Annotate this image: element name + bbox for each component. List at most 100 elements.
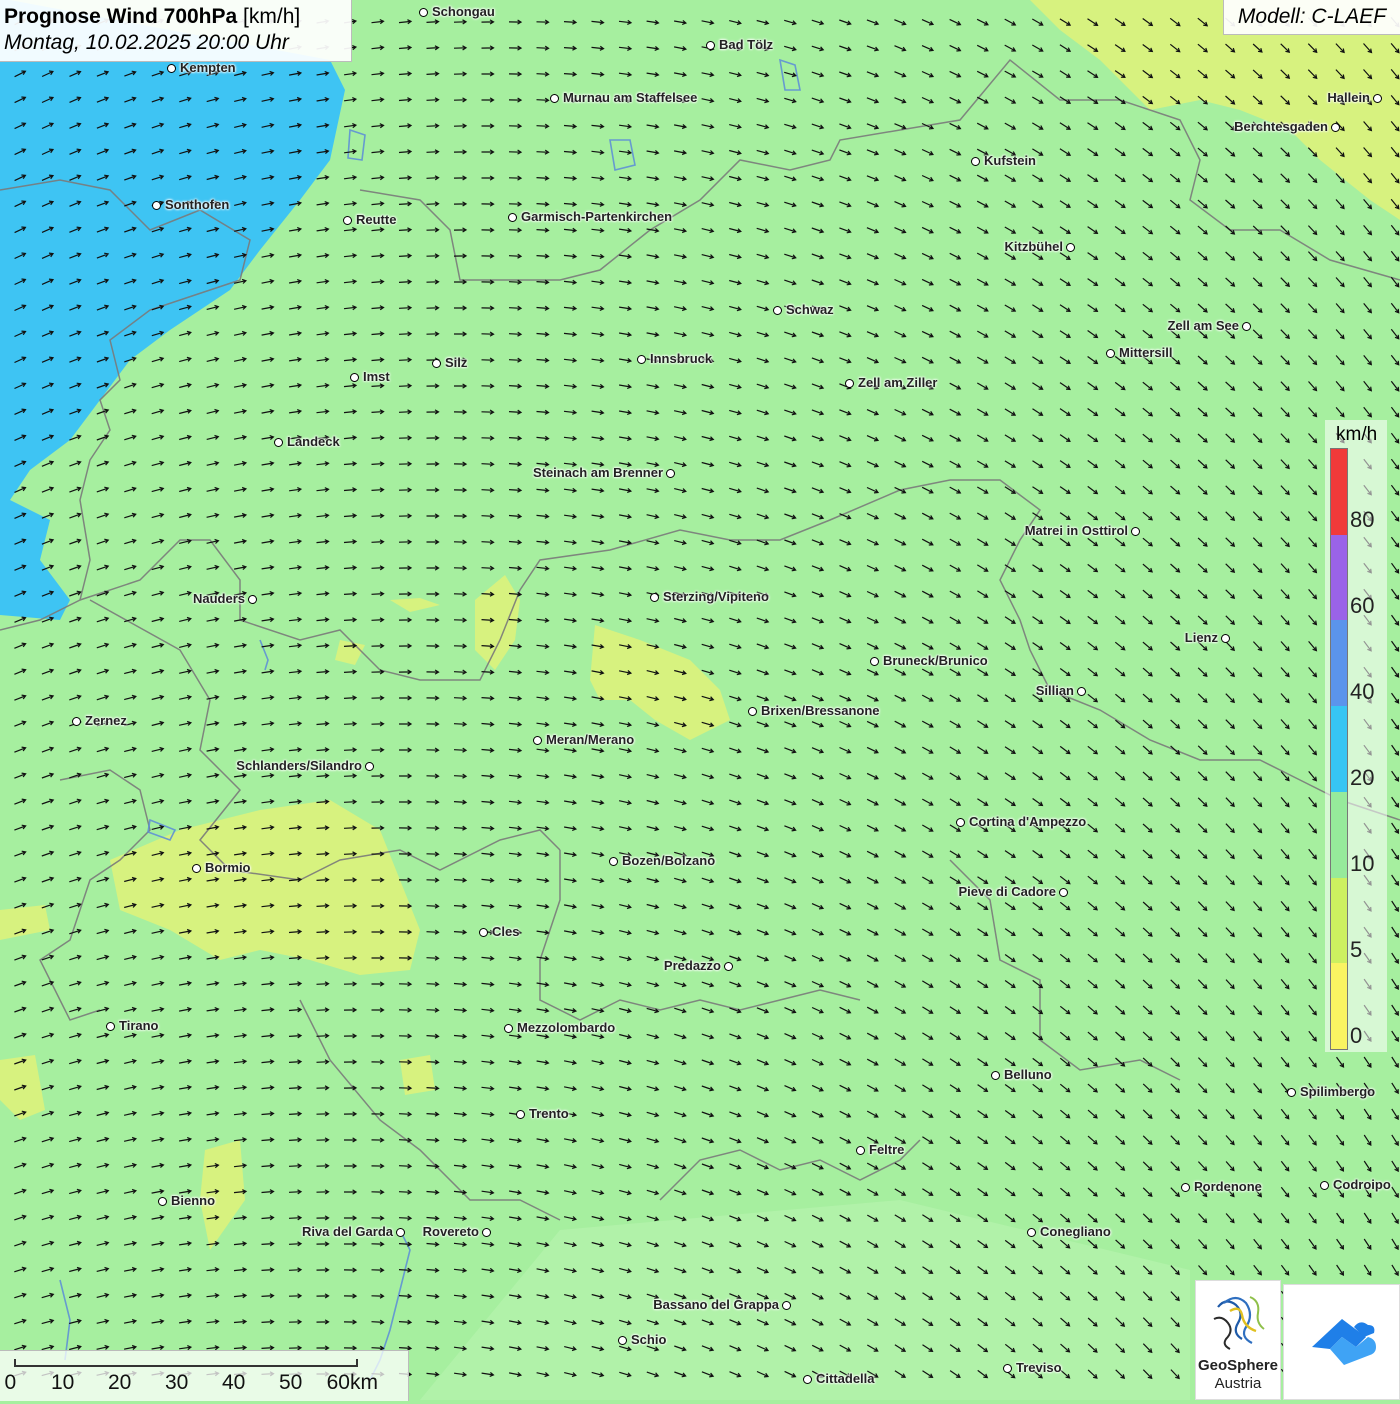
city-label: Garmisch-Partenkirchen [521,209,673,224]
city-marker [782,1301,791,1310]
city-marker [1373,94,1382,103]
city-marker [343,216,352,225]
scale-tick-label: 20 [107,1371,132,1394]
city-marker [1077,687,1086,696]
city-marker [274,438,283,447]
city-label: Mezzolombardo [517,1020,616,1035]
city-marker [432,359,441,368]
city-label: Kufstein [984,153,1036,168]
city-marker [748,707,757,716]
city-label: Sonthofen [165,197,230,212]
legend-segment [1331,620,1347,707]
city-label: Sillian [1035,683,1074,698]
model-label: Modell: C-LAEF [1223,0,1400,35]
city-label: Bassano del Grappa [653,1297,779,1312]
city-label: Bruneck/Brunico [883,653,988,668]
geosphere-swirl-icon [1213,1296,1265,1350]
city-label: Riva del Garda [301,1224,393,1239]
map-title-text: Prognose Wind 700hPa [4,5,238,28]
city-label: Tirano [119,1018,159,1033]
city-marker [482,1228,491,1237]
city-marker [991,1071,1000,1080]
city-label: Predazzo [663,958,721,973]
city-marker [1066,243,1075,252]
legend-tick-label: 5 [1350,937,1363,962]
light-wind-zone [400,1055,435,1095]
city-marker [956,818,965,827]
legend-tick-label: 80 [1350,507,1375,532]
city-marker [167,64,176,73]
city-marker [516,1110,525,1119]
city-marker [637,355,646,364]
city-marker [856,1146,865,1155]
city-label: Conegliano [1040,1224,1111,1239]
geosphere-logo[interactable]: GeoSphere Austria [1195,1280,1281,1400]
legend-segment [1331,963,1347,1049]
city-label: Spilimbergo [1300,1084,1376,1099]
city-label: Trento [529,1106,569,1121]
city-label: Mittersill [1119,345,1173,360]
city-marker [550,94,559,103]
city-marker [1287,1088,1296,1097]
city-label: Hallein [1327,90,1370,105]
city-label: Pieve di Cadore [958,884,1056,899]
map-title-unit: [km/h] [243,5,301,28]
city-marker [72,717,81,726]
city-marker [419,8,428,17]
city-label: Pordenone [1194,1179,1262,1194]
city-label: Schlanders/Silandro [236,758,362,773]
city-label: Lienz [1184,630,1218,645]
city-label: Bormio [205,860,251,875]
city-label: Kitzbühel [1004,239,1064,254]
legend-segment [1331,877,1347,964]
legend-tick-label: 60 [1350,593,1375,618]
city-label: Zell am See [1167,318,1239,333]
legend-tick-label: 20 [1350,765,1375,790]
city-marker [248,595,257,604]
weather-app-logo[interactable] [1283,1284,1400,1400]
city-label: Belluno [1004,1067,1052,1082]
city-marker [1320,1181,1329,1190]
city-marker [609,857,618,866]
legend-tick-label: 10 [1350,851,1375,876]
legend-segment [1331,791,1347,878]
scale-tick-label: 30 [164,1371,189,1394]
logo-line-1: GeoSphere [1197,1357,1279,1374]
city-marker [1059,888,1068,897]
city-marker [870,657,879,666]
city-label: Cittadella [816,1371,875,1386]
city-marker [504,1024,513,1033]
city-label: Berchtesgaden [1234,119,1328,134]
scale-tick-label: 60km [326,1371,378,1394]
city-marker [650,593,659,602]
scale-line [14,1359,358,1367]
city-marker [106,1022,115,1031]
city-label: Imst [363,369,390,384]
city-marker [1242,322,1251,331]
city-label: Nauders [192,591,245,606]
city-label: Codroipo [1333,1177,1391,1192]
city-label: Bad Tölz [719,37,774,52]
city-label: Bozen/Bolzano [622,853,716,868]
city-marker [1027,1228,1036,1237]
scale-bar: 0 10 20 30 40 50 60km [0,1350,409,1401]
legend-color-bar [1330,448,1348,1050]
city-label: Schio [631,1332,667,1347]
logo-line-2: Austria [1214,1375,1262,1392]
city-marker [508,213,517,222]
city-label: Matrei in Osttirol [1024,523,1128,538]
city-label: Sterzing/Vipiteno [663,589,769,604]
city-marker [479,928,488,937]
city-marker [803,1375,812,1384]
title-box: Prognose Wind 700hPa [km/h] Montag, 10.0… [0,0,352,62]
city-marker [666,469,675,478]
city-marker [192,864,201,873]
city-marker [1106,349,1115,358]
city-label: Schongau [432,4,495,19]
scale-tick-label: 40 [221,1371,246,1394]
legend-segment [1331,706,1347,792]
scale-tick-label: 50 [278,1371,303,1394]
city-label: Zernez [85,713,127,728]
city-label: Treviso [1016,1360,1062,1375]
city-label: Landeck [287,434,340,449]
